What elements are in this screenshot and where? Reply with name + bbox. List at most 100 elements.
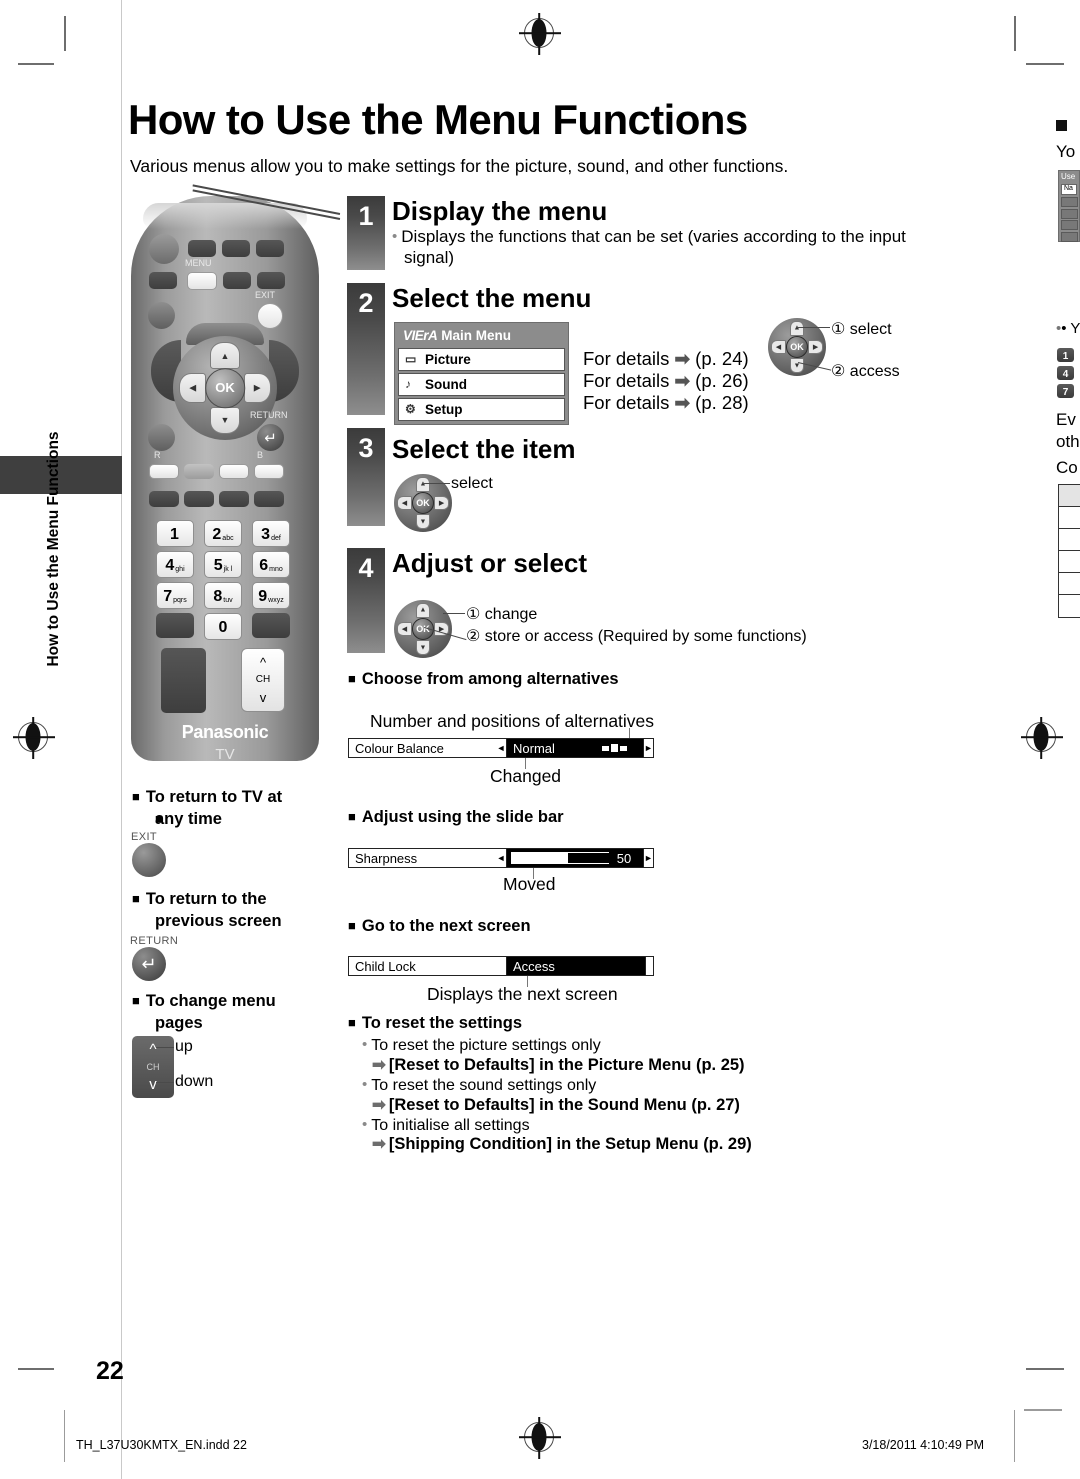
viera-menu-item-picture[interactable]: ▭ Picture — [398, 348, 565, 371]
remote-number-key-8[interactable]: 8 tuv — [204, 582, 242, 609]
sharpness-slider-track[interactable] — [511, 852, 624, 864]
remote-return-button[interactable]: ↵ — [257, 424, 284, 451]
alternatives-top-caption: Number and positions of alternatives — [370, 711, 655, 731]
viera-menu-item-sound[interactable]: ♪ Sound — [398, 373, 565, 396]
numkey-digit: 3 — [261, 526, 271, 543]
step-1-number: 1 — [347, 196, 385, 270]
step-1-body-line-2: signal) — [404, 248, 455, 267]
reset-note-1: To reset the picture settings only — [362, 1036, 601, 1055]
crop-mark-top-right-v — [1014, 16, 1016, 51]
arrow-right-icon: ➡ — [372, 1056, 386, 1074]
footer-vertical-rule-left — [64, 1410, 65, 1462]
remote-key-right-of-zero — [252, 613, 290, 638]
remote-number-key-9[interactable]: 9 wxyz — [252, 582, 290, 609]
footer-vertical-rule-right — [1014, 1410, 1015, 1462]
remote-number-key-0[interactable]: 0 — [204, 613, 242, 640]
remote-row2-button-1 — [149, 272, 177, 289]
viera-main-menu-label: Main Menu — [441, 328, 512, 343]
remote-number-key-1[interactable]: 1 — [156, 520, 194, 547]
reset-action-3: ➡ [Shipping Condition] in the Setup Menu … — [372, 1134, 752, 1154]
alternatives-heading: Choose from among alternatives — [348, 670, 619, 689]
for-details-setup: For details ➡ (p. 28) — [583, 392, 749, 414]
remote-number-key-3[interactable]: 3 def — [252, 520, 290, 547]
remote-direction-pad[interactable]: ▲ ▼ ◀ ▶ OK — [173, 336, 277, 440]
remote-number-key-2[interactable]: 2 abc — [204, 520, 242, 547]
osd-bar-sharpness[interactable]: Sharpness ◄ 50 ► — [348, 848, 654, 868]
ok-pad-left: ◀ — [396, 496, 412, 510]
remote-func-button-2 — [184, 491, 214, 507]
remote-number-key-6[interactable]: 6 mno — [252, 551, 290, 578]
bleed-bullet-y: •• Y — [1056, 320, 1080, 337]
crop-mark-bottom-left-h — [18, 1368, 54, 1370]
reset-note-1-text: To reset the picture settings only — [362, 1037, 601, 1054]
viera-logo: VIErA — [403, 328, 438, 343]
numkey-digit: 5 — [213, 557, 223, 574]
numkey-letters: tuv — [223, 597, 233, 604]
numkey-digit: 9 — [258, 588, 268, 605]
note-2-heading-line-1: To return to the — [132, 890, 267, 909]
dpad-up[interactable]: ▲ — [210, 342, 240, 370]
remote-menu-button[interactable] — [187, 272, 217, 290]
remote-colour-key-r-label: R — [154, 450, 161, 460]
note-1-heading-line-1: To return to TV at — [132, 788, 282, 807]
bleed-table-row — [1059, 507, 1080, 529]
position-marker-1 — [602, 746, 609, 751]
dpad-down[interactable]: ▼ — [210, 406, 240, 434]
dpad-left[interactable]: ◀ — [179, 373, 207, 403]
ch-up-icon: ^ — [259, 655, 267, 671]
exit-key-label: EXIT — [131, 831, 158, 843]
ok-pad-down: ▼ — [416, 640, 430, 656]
ok-pad-up: ▲ — [790, 320, 804, 336]
ch-down-label: down — [175, 1073, 214, 1090]
osd-bar-colour-balance[interactable]: Colour Balance ◄ Normal ► — [348, 738, 654, 758]
remote-number-key-4[interactable]: 4 ghi — [156, 551, 194, 578]
step-3-callout-line — [422, 483, 450, 485]
remote-colour-key-3 — [219, 464, 249, 479]
osd-bar-child-lock[interactable]: Child Lock Access — [348, 956, 654, 976]
arrow-right-icon: ➡ — [372, 1135, 386, 1153]
bleed-text-you: Yo — [1056, 142, 1076, 161]
step-4-heading: Adjust or select — [392, 548, 588, 578]
viera-menu-title: VIErA Main Menu — [398, 326, 565, 346]
remote-exit-button[interactable] — [257, 303, 283, 329]
remote-colour-key-2 — [184, 464, 214, 479]
step-3-callout-select: select — [451, 475, 493, 492]
ch-up-leader — [156, 1047, 174, 1049]
osd-value-sharpness: 50 — [506, 848, 644, 868]
numkey-digit: 6 — [259, 557, 269, 574]
dpad-ok-button[interactable]: OK — [205, 368, 245, 408]
ch-rocker-label: CH — [146, 1062, 160, 1072]
reset-note-3-text: To initialise all settings — [362, 1117, 530, 1134]
osd-right-caret-icon[interactable]: ► — [644, 848, 654, 868]
ch-up-icon: ^ — [149, 1041, 157, 1058]
numkey-digit: 1 — [170, 526, 179, 543]
ch-down-icon: v — [149, 1076, 157, 1093]
numkey-letters: pqrs — [173, 597, 187, 604]
numkey-letters: abc — [222, 535, 234, 542]
dpad-right[interactable]: ▶ — [243, 373, 271, 403]
numkey-letters: mno — [269, 566, 283, 573]
adjacent-page-bleed: Yo Use Na •• Y 1 4 7 Ev oth Co — [1056, 110, 1080, 630]
step-1-body-text-1: Displays the functions that can be set (… — [392, 227, 906, 246]
ok-pad-up: ▲ — [416, 602, 430, 618]
remote-channel-rocker[interactable]: ^ CH v — [241, 648, 285, 712]
bleed-osd-box: Use Na — [1058, 170, 1080, 242]
viera-menu-item-setup[interactable]: ⚙ Setup — [398, 398, 565, 421]
step-1-heading: Display the menu — [392, 196, 608, 226]
bleed-text-co: Co — [1056, 458, 1078, 477]
remote-lower-round-button — [148, 424, 175, 451]
note-2-heading-line-2: previous screen — [155, 912, 282, 930]
registration-mark-top — [524, 18, 554, 48]
for-details-text: For details — [583, 392, 670, 413]
bleed-table-row — [1059, 529, 1080, 551]
nextscreen-bottom-caption: Displays the next screen — [427, 984, 618, 1004]
osd-right-caret-icon[interactable]: ► — [644, 738, 654, 758]
page-title: How to Use the Menu Functions — [128, 96, 748, 143]
osd-left-caret-icon[interactable]: ◄ — [496, 738, 506, 758]
remote-row2-button-4 — [257, 272, 285, 289]
remote-number-key-7[interactable]: 7 pqrs — [156, 582, 194, 609]
reset-action-3-text: [Shipping Condition] in the Setup Menu (… — [388, 1135, 752, 1153]
osd-left-caret-icon[interactable]: ◄ — [496, 848, 506, 868]
remote-number-key-5[interactable]: 5 jk l — [204, 551, 242, 578]
remote-menu-label: MENU — [185, 258, 212, 268]
